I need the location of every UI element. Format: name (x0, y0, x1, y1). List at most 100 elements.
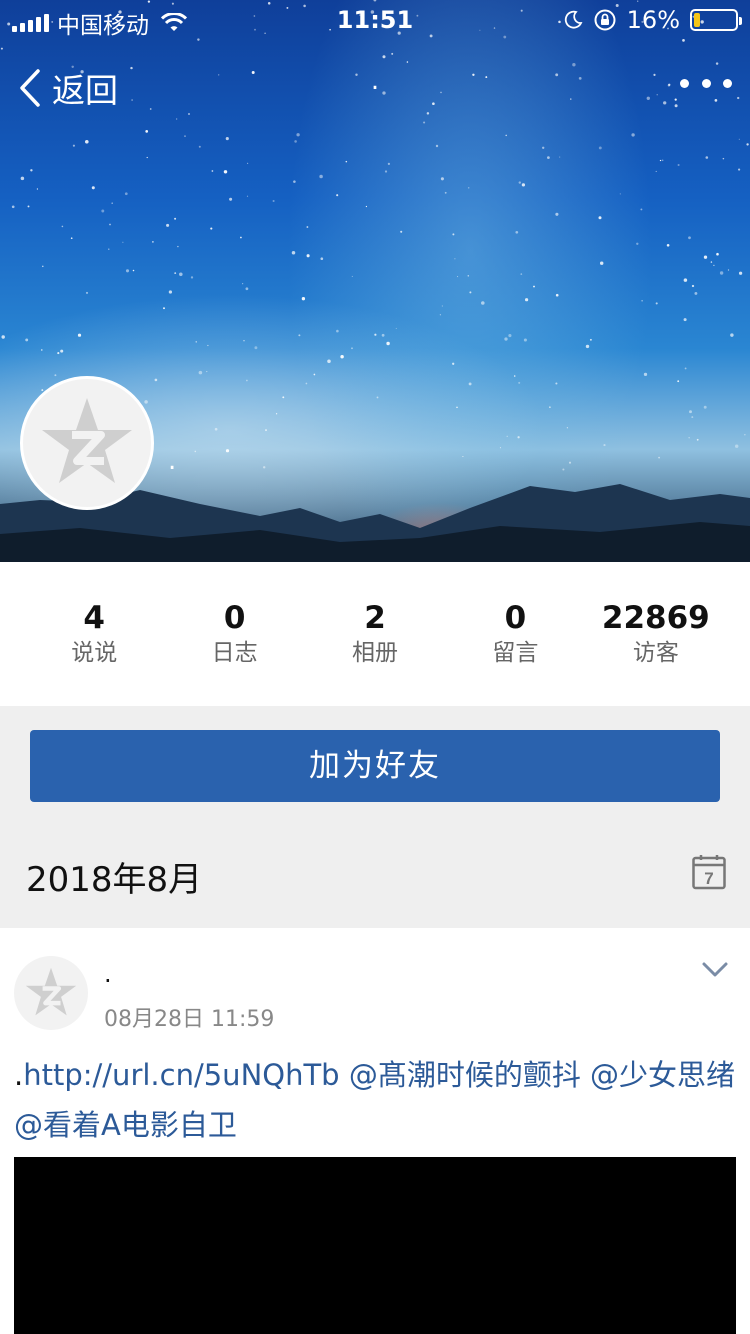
star (61, 225, 64, 228)
star (440, 177, 444, 181)
calendar-icon[interactable]: 7 (692, 854, 726, 890)
star (719, 271, 724, 275)
post-author[interactable]: . (104, 960, 112, 988)
star (589, 338, 592, 341)
star (517, 436, 520, 439)
star (400, 230, 403, 233)
star (533, 285, 535, 288)
star (640, 208, 643, 211)
star (198, 370, 203, 375)
star (91, 186, 95, 190)
star (57, 352, 60, 355)
post-mention[interactable]: @髙潮时候的颤抖 (349, 1058, 581, 1092)
star (467, 187, 470, 189)
star (0, 47, 3, 50)
star (523, 338, 527, 342)
star (275, 413, 278, 415)
star (716, 252, 719, 256)
star (72, 144, 75, 147)
star (555, 212, 559, 216)
stat-visitors[interactable]: 22869 访客 (586, 562, 726, 706)
star (457, 276, 459, 278)
star (152, 241, 154, 243)
star (518, 181, 521, 184)
stat-blogs[interactable]: 0 日志 (164, 562, 304, 706)
star (549, 406, 551, 408)
star (247, 162, 249, 164)
star (124, 192, 128, 196)
cover-image: 中国移动 11:51 16% 返回 . . (0, 0, 750, 562)
post-media[interactable] (14, 1157, 736, 1334)
star (435, 144, 439, 148)
star (293, 180, 296, 183)
star (188, 113, 190, 115)
post-mention[interactable]: @少女思绪 (590, 1058, 735, 1092)
add-friend-button[interactable]: 加为好友 (30, 730, 720, 802)
star (599, 261, 604, 265)
star (211, 170, 214, 172)
star (245, 287, 249, 291)
stat-label: 访客 (632, 640, 679, 666)
star (659, 159, 662, 162)
star (365, 205, 368, 208)
back-button[interactable]: 返回 (18, 64, 118, 112)
star (327, 359, 331, 364)
more-icon[interactable] (680, 66, 732, 100)
star (336, 194, 339, 197)
profile-avatar[interactable] (20, 376, 154, 510)
star (214, 427, 218, 431)
star (738, 271, 743, 275)
star (294, 140, 297, 143)
star (174, 272, 177, 274)
star (555, 382, 558, 385)
star (559, 156, 561, 158)
star (738, 138, 740, 140)
star (320, 257, 324, 261)
star (351, 347, 353, 350)
stat-posts[interactable]: 4 说说 (24, 562, 164, 706)
post-link[interactable]: http://url.cn/5uNQhTb (23, 1058, 339, 1092)
star (703, 255, 708, 259)
star (85, 140, 89, 144)
profile-name: . (168, 446, 177, 476)
star (655, 170, 657, 172)
star (452, 233, 455, 236)
star (195, 341, 197, 343)
star (207, 344, 209, 347)
star (206, 371, 208, 373)
stat-albums[interactable]: 2 相册 (305, 562, 445, 706)
star (184, 135, 186, 137)
star (254, 346, 258, 350)
star (513, 375, 516, 377)
star (174, 217, 177, 220)
moon-icon (564, 10, 583, 29)
star (542, 146, 545, 149)
stat-label: 日志 (211, 640, 258, 666)
star (683, 318, 687, 322)
star (677, 163, 680, 167)
more-dot (701, 78, 711, 88)
star (520, 273, 523, 275)
star (689, 410, 692, 414)
status-bar: 中国移动 11:51 16% (0, 0, 750, 40)
star (132, 269, 135, 272)
chevron-down-icon[interactable] (700, 958, 730, 982)
star (666, 243, 670, 247)
star (298, 334, 301, 337)
star (387, 162, 391, 166)
star (643, 372, 648, 377)
stat-messages[interactable]: 0 留言 (445, 562, 585, 706)
stat-label: 相册 (352, 640, 399, 666)
star (684, 367, 687, 370)
post-mention[interactable]: @看着A电影自卫 (14, 1108, 237, 1142)
post-avatar[interactable] (14, 956, 88, 1030)
star (691, 416, 694, 419)
star (683, 278, 688, 282)
star (467, 275, 470, 277)
star (27, 205, 30, 208)
star (122, 241, 124, 243)
star (282, 396, 285, 399)
star (694, 291, 698, 295)
star (566, 427, 569, 429)
star (101, 209, 105, 213)
